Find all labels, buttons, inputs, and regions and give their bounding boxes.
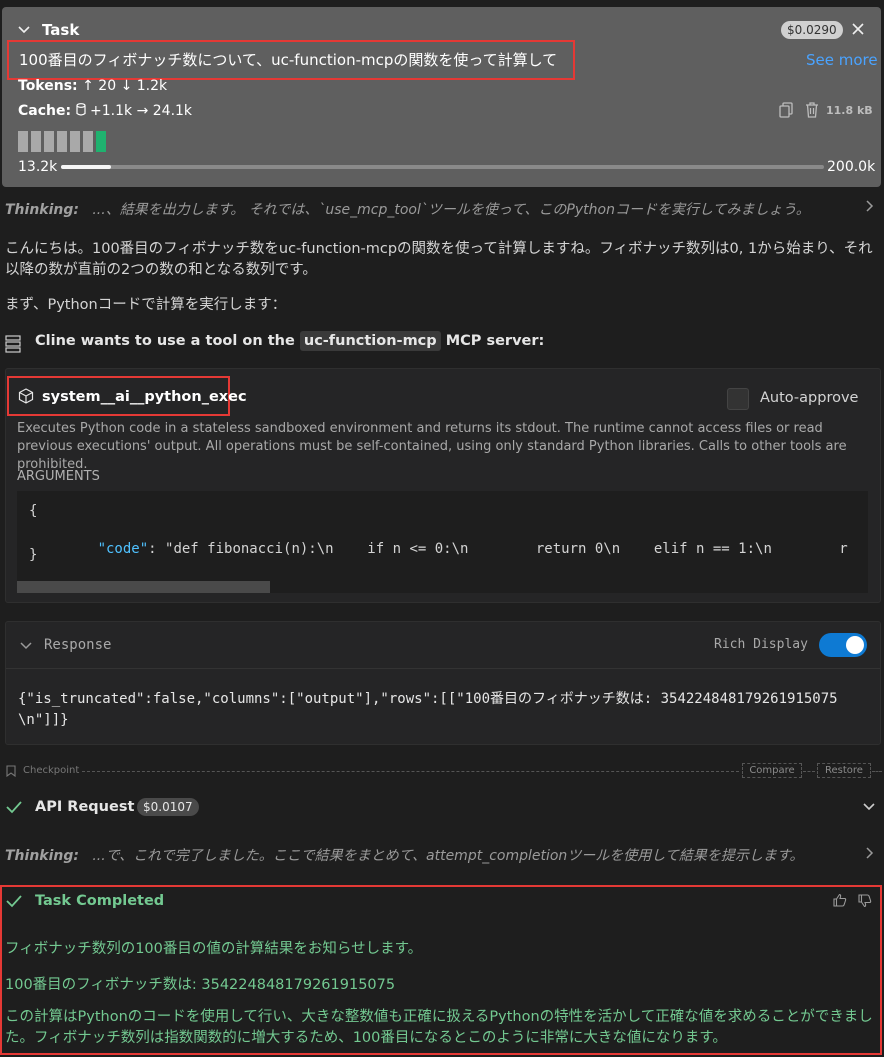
thinking-block[interactable]: Thinking: ...、結果を出力します。 それでは、`use_mcp_to… <box>5 199 855 219</box>
arguments-label: ARGUMENTS <box>17 469 100 484</box>
thumbs-down-icon[interactable] <box>858 894 872 912</box>
database-icon <box>75 103 90 119</box>
completion-p2: 100番目のフィボナッチ数は: 354224848179261915075 <box>5 977 396 993</box>
task-title: Task <box>42 21 80 39</box>
response-panel: Response Rich Display {"is_truncated":fa… <box>5 621 881 745</box>
response-content: {"is_truncated":false,"columns":["output… <box>18 691 838 728</box>
tool-description: Executes Python code in a stateless sand… <box>17 421 847 472</box>
context-used: 13.2k <box>18 159 58 175</box>
close-icon[interactable] <box>851 22 865 36</box>
arrow-right-icon: → <box>136 103 149 119</box>
completed-check-icon <box>5 893 23 913</box>
context-bar <box>61 165 824 169</box>
context-segments <box>18 131 109 156</box>
rich-display-toggle[interactable] <box>819 633 867 657</box>
restore-button[interactable]: Restore <box>817 763 871 778</box>
checkpoint-line <box>82 771 739 772</box>
bookmark-icon <box>6 765 16 781</box>
task-prompt: 100番目のフィボナッチ数について、uc-function-mcpの関数を使って… <box>19 51 558 69</box>
context-max: 200.0k <box>827 159 876 175</box>
thumbs-up-icon[interactable] <box>833 893 847 911</box>
trash-icon[interactable] <box>805 102 819 122</box>
assistant-message-p2: まず、Pythonコードで計算を実行します： <box>5 297 287 313</box>
api-request-chevron-icon[interactable] <box>862 801 876 817</box>
mcp-tool-panel: system__ai__python_exec Auto-approve Exe… <box>5 368 881 603</box>
thinking-text: ...、結果を出力します。 それでは、`use_mcp_tool`ツールを使って… <box>92 202 810 218</box>
api-request-label[interactable]: API Request <box>35 799 134 815</box>
auto-approve-checkbox[interactable] <box>727 388 749 410</box>
chevron-right-icon-2[interactable] <box>864 846 874 864</box>
arrow-down-icon: ↓ <box>120 78 133 94</box>
check-icon <box>5 799 23 819</box>
see-more-link[interactable]: See more <box>806 51 878 69</box>
thinking-label: Thinking: <box>5 202 79 218</box>
tokens-down: 1.2k <box>136 78 168 94</box>
code-open-brace: { <box>29 503 38 519</box>
cache-read: 24.1k <box>152 103 193 119</box>
task-completed-title: Task Completed <box>35 893 165 909</box>
api-request-cost: $0.0107 <box>137 798 199 816</box>
cache-label: Cache: <box>18 103 72 119</box>
auto-approve-label[interactable]: Auto-approve <box>760 390 858 406</box>
response-label[interactable]: Response <box>44 637 111 653</box>
tokens-label: Tokens: <box>18 78 78 94</box>
mcp-request-header: Cline wants to use a tool on the uc-func… <box>35 331 545 351</box>
code-value: : "def fibonacci(n):\n if n <= 0:\n retu… <box>148 541 848 557</box>
checkpoint-label: Checkpoint <box>23 765 80 776</box>
response-chevron-icon[interactable] <box>19 638 33 656</box>
code-line: "code": "def fibonacci(n):\n if n <= 0:\… <box>47 525 848 573</box>
task-cost-badge: $0.0290 <box>781 21 843 39</box>
chevron-right-icon[interactable] <box>864 199 874 217</box>
thinking-block-2[interactable]: Thinking: ...で、これで完了しました。ここで結果をまとめて、atte… <box>5 845 855 865</box>
code-close-brace: } <box>29 547 38 563</box>
mcp-suffix: MCP server: <box>445 333 545 349</box>
response-divider <box>6 668 880 669</box>
assistant-message-p1: こんにちは。100番目のフィボナッチ数をuc-function-mcpの関数を使… <box>5 241 873 278</box>
task-header-panel: Task $0.0290 100番目のフィボナッチ数について、uc-functi… <box>2 7 881 187</box>
mcp-prefix: Cline wants to use a tool on the <box>35 333 295 349</box>
tool-name: system__ai__python_exec <box>42 389 247 405</box>
tokens-up: 20 <box>98 78 117 94</box>
cache-row: Cache: +1.1k → 24.1k <box>18 103 192 119</box>
arguments-code-block: { "code": "def fibonacci(n):\n if n <= 0… <box>17 491 868 593</box>
completion-p1: フィボナッチ数列の100番目の値の計算結果をお知らせします。 <box>5 941 423 957</box>
server-icon <box>5 335 21 357</box>
tokens-row: Tokens: ↑ 20 ↓ 1.2k <box>18 78 167 94</box>
copy-icon[interactable] <box>779 102 793 122</box>
checkpoint-line-2 <box>803 771 815 772</box>
chevron-down-icon[interactable] <box>16 21 32 37</box>
cube-icon <box>18 388 34 408</box>
mcp-server-name: uc-function-mcp <box>299 331 441 351</box>
completion-p3: この計算はPythonのコードを使用して行い、大きな整数値も正確に扱えるPyth… <box>5 1009 873 1046</box>
rich-display-label: Rich Display <box>714 637 808 652</box>
task-size: 11.8 kB <box>826 104 873 117</box>
code-key: "code" <box>97 541 149 557</box>
cache-write: +1.1k <box>90 103 133 119</box>
checkpoint-line-3 <box>872 771 882 772</box>
thinking-text-2: ...で、これで完了しました。ここで結果をまとめて、attempt_comple… <box>92 848 804 864</box>
context-bar-fill <box>61 165 112 169</box>
thinking-label-2: Thinking: <box>5 848 79 864</box>
arrow-up-icon: ↑ <box>82 78 94 94</box>
horizontal-scrollbar[interactable] <box>17 581 270 593</box>
compare-button[interactable]: Compare <box>742 763 802 778</box>
